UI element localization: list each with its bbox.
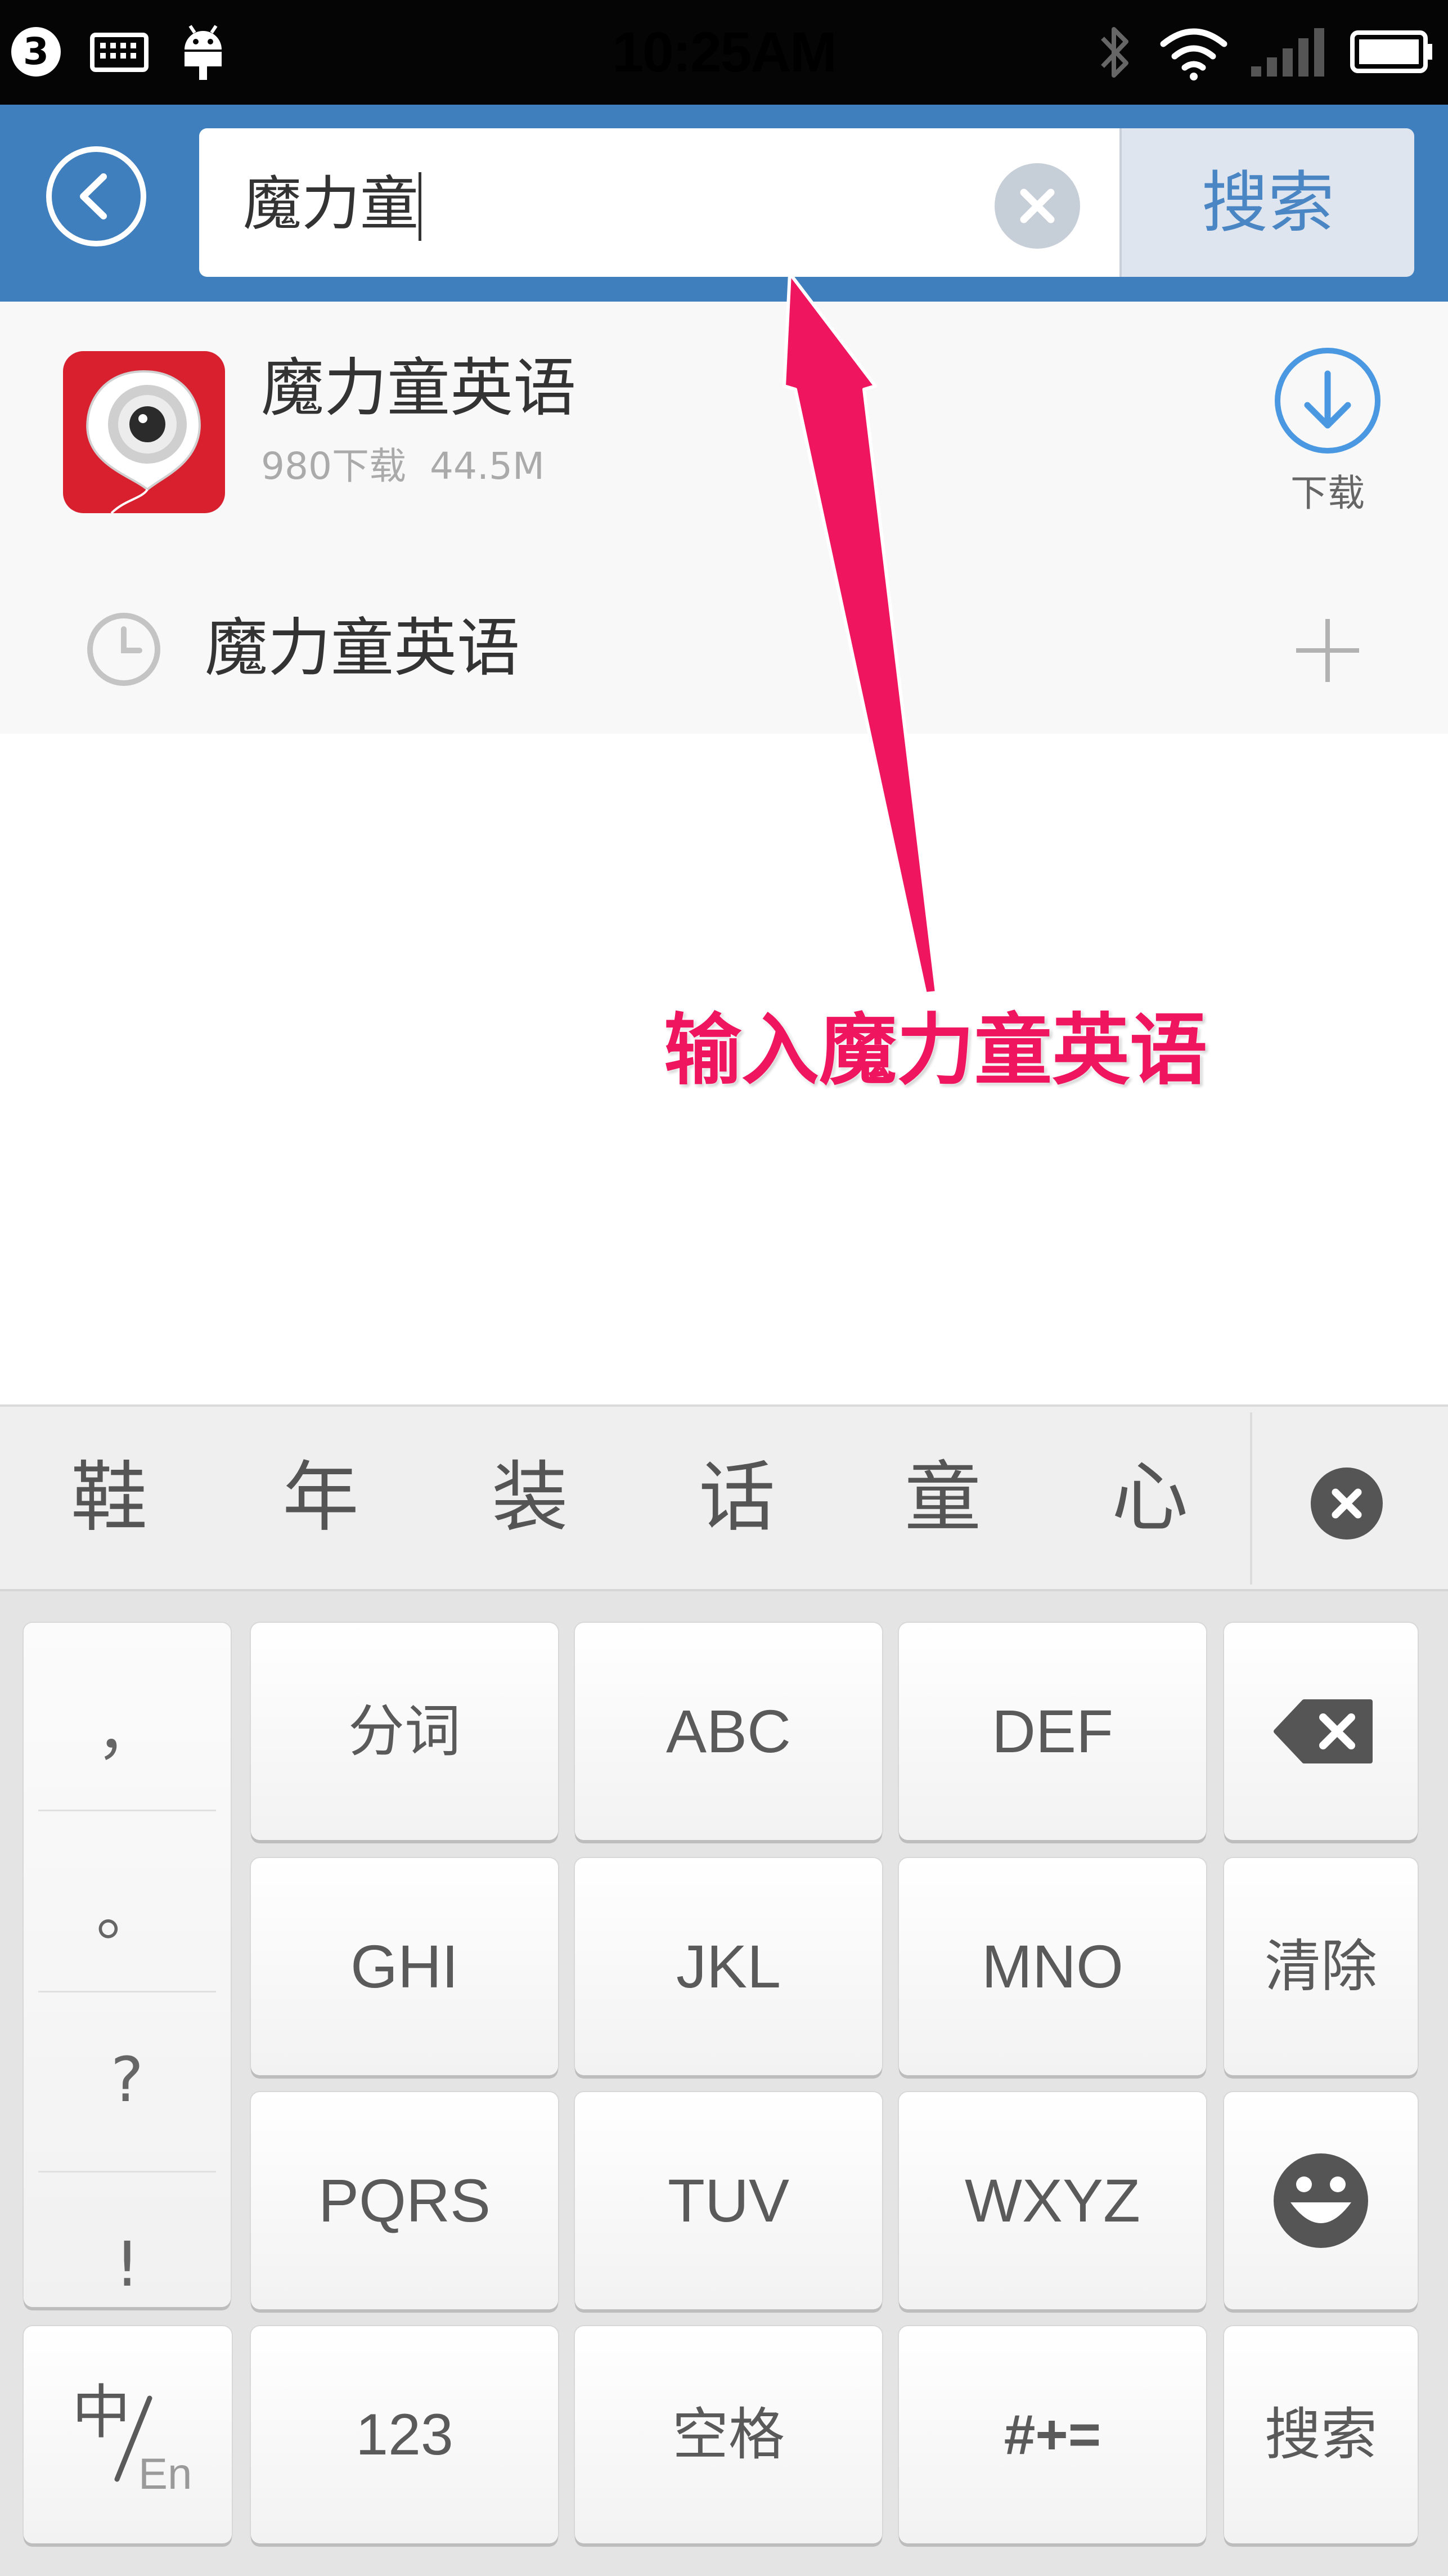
key-pqrs[interactable]: PQRS	[251, 2092, 558, 2309]
close-candidates-button[interactable]	[1311, 1467, 1383, 1540]
candidate-item[interactable]: 心	[1088, 1404, 1212, 1591]
candidate-item[interactable]: 话	[675, 1404, 799, 1591]
keyboard-search-key[interactable]: 搜索	[1224, 2326, 1418, 2543]
app-icon	[63, 351, 225, 513]
symbol-divider	[38, 1991, 216, 1992]
candidate-item[interactable]: 年	[259, 1404, 383, 1591]
symbol-divider	[38, 2171, 216, 2173]
status-time: 10:25AM	[612, 21, 837, 84]
key-abc[interactable]: ABC	[575, 1623, 882, 1840]
space-key[interactable]: 空格	[575, 2326, 882, 2543]
key-def[interactable]: DEF	[899, 1623, 1206, 1840]
clear-search-button[interactable]	[995, 163, 1080, 249]
candidate-item[interactable]: 童	[881, 1404, 1005, 1591]
annotation-arrow	[783, 273, 938, 995]
numbers-key[interactable]: 123	[251, 2326, 558, 2543]
key-tuv[interactable]: TUV	[575, 2092, 882, 2309]
back-button[interactable]	[46, 146, 146, 246]
battery-icon	[1350, 30, 1432, 73]
key-ghi[interactable]: GHI	[251, 1858, 558, 2075]
key-segment[interactable]: 分词	[251, 1623, 558, 1840]
close-icon	[1332, 1488, 1362, 1519]
backspace-key[interactable]	[1224, 1623, 1418, 1840]
backspace-icon	[1274, 1699, 1373, 1763]
symbols-key[interactable]: #+=	[899, 2326, 1206, 2543]
download-button[interactable]	[1275, 348, 1380, 454]
app-downloads: 980下载	[261, 445, 406, 488]
candidate-item[interactable]: 鞋	[47, 1404, 171, 1591]
symbol-divider	[38, 1810, 216, 1811]
clear-key[interactable]: 清除	[1224, 1858, 1418, 2075]
history-item-text[interactable]: 魔力童英语	[205, 609, 520, 688]
symbol-key[interactable]: 。	[24, 1868, 231, 1958]
symbol-key[interactable]: ，	[24, 1687, 231, 1777]
app-size: 44.5M	[430, 445, 545, 488]
bluetooth-icon	[1101, 27, 1128, 78]
key-mno[interactable]: MNO	[899, 1858, 1206, 2075]
app-name[interactable]: 魔力童英语	[261, 349, 576, 428]
key-wxyz[interactable]: WXYZ	[899, 2092, 1206, 2309]
emoji-key[interactable]	[1224, 2092, 1418, 2309]
plus-icon[interactable]	[1293, 616, 1362, 685]
download-label: 下载	[1290, 472, 1365, 515]
symbol-key[interactable]: !	[24, 2219, 231, 2309]
signal-icon	[1251, 28, 1324, 77]
wifi-icon	[1160, 28, 1227, 80]
download-arrow-icon	[1304, 370, 1351, 429]
candidate-item[interactable]: 装	[468, 1404, 592, 1591]
lang-en-label: En	[138, 2449, 192, 2498]
clock-icon	[87, 613, 160, 686]
symbol-key[interactable]: ?	[24, 2035, 231, 2125]
chevron-left-icon	[80, 173, 107, 219]
key-jkl[interactable]: JKL	[575, 1858, 882, 2075]
app-logo-icon	[86, 370, 201, 513]
language-switch-key[interactable]: 中 En	[24, 2326, 232, 2543]
search-button[interactable]: 搜索	[1119, 128, 1414, 277]
search-query-text: 魔力童	[243, 169, 419, 238]
text-caret	[419, 172, 421, 241]
annotation-text: 输入魔力童英语	[664, 1005, 1208, 1096]
smiley-icon	[1274, 2153, 1368, 2248]
candidate-divider	[1250, 1412, 1252, 1585]
close-icon	[1020, 189, 1055, 223]
